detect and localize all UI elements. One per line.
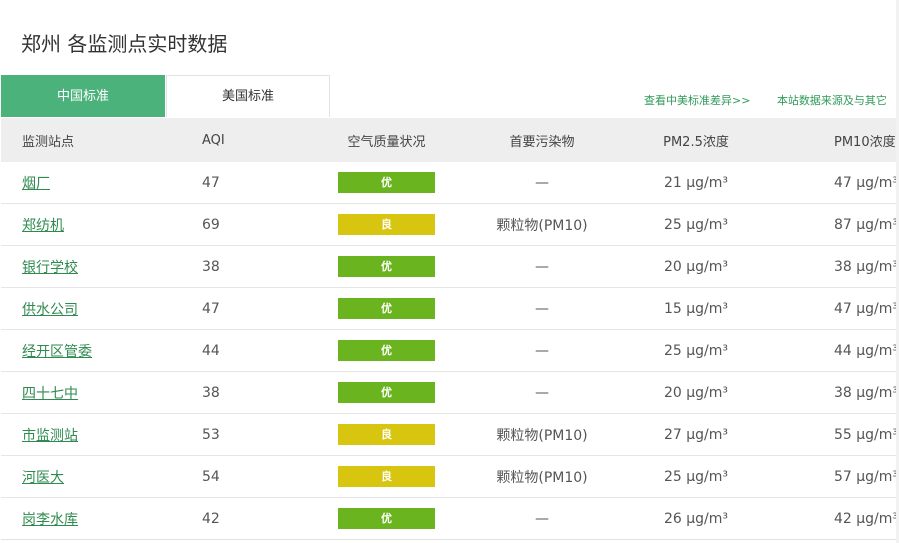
quality-badge: 优 [338, 172, 435, 193]
station-cell: 市监测站 [22, 414, 78, 455]
aqi-value: 69 [202, 216, 220, 233]
station-link[interactable]: 市监测站 [22, 425, 78, 445]
quality-cell: 优 [338, 246, 435, 287]
quality-badge: 良 [338, 466, 435, 487]
pm25-value: 20 μg/m³ [663, 384, 729, 401]
page-title: 郑州 各监测点实时数据 [21, 32, 228, 56]
quality-cell: 优 [338, 372, 435, 413]
header-pm25: PM2.5浓度 [663, 134, 729, 150]
table-row: 河医大 54 良 颗粒物(PM10) 25 μg/m³ 57 μg/m³ [1, 455, 899, 497]
table-row: 岗李水库 42 优 — 26 μg/m³ 42 μg/m³ [1, 497, 899, 539]
tab-china-standard[interactable]: 中国标准 [1, 75, 165, 117]
aqi-value: 38 [202, 258, 220, 275]
standard-tabs: 中国标准 美国标准 [1, 75, 330, 117]
pm10-value: 44 μg/m³ [834, 342, 899, 359]
table-row: 经开区管委 44 优 — 25 μg/m³ 44 μg/m³ [1, 329, 899, 371]
pollutant-value: — [535, 174, 549, 191]
pm25-value: 15 μg/m³ [663, 300, 729, 317]
station-link[interactable]: 岗李水库 [22, 509, 78, 529]
quality-cell: 优 [338, 288, 435, 329]
page: 郑州 各监测点实时数据 中国标准 美国标准 查看中美标准差异>> 本站数据来源及… [0, 0, 899, 543]
table-row: 银行学校 38 优 — 20 μg/m³ 38 μg/m³ [1, 245, 899, 287]
table-header: 监测站点 AQI 空气质量状况 首要污染物 PM2.5浓度 PM10浓度 [1, 118, 899, 162]
table-row: 烟厂 47 优 — 21 μg/m³ 47 μg/m³ [1, 162, 899, 203]
header-station: 监测站点 [22, 134, 75, 150]
station-link[interactable]: 河医大 [22, 467, 64, 487]
quality-badge: 优 [338, 340, 435, 361]
aqi-value: 47 [202, 174, 220, 191]
header-pollutant: 首要污染物 [509, 134, 575, 150]
header-quality: 空气质量状况 [347, 134, 426, 150]
quality-cell: 优 [338, 162, 435, 203]
table-row: 供水公司 47 优 — 15 μg/m³ 47 μg/m³ [1, 287, 899, 329]
table-row: 郑纺机 69 良 颗粒物(PM10) 25 μg/m³ 87 μg/m³ [1, 203, 899, 245]
pm25-value: 27 μg/m³ [663, 426, 729, 443]
station-cell: 烟厂 [22, 162, 50, 203]
quality-badge: 优 [338, 382, 435, 403]
pm10-value: 57 μg/m³ [834, 468, 899, 485]
quality-cell: 优 [338, 330, 435, 371]
pm10-value: 47 μg/m³ [834, 174, 899, 191]
pm10-value: 42 μg/m³ [834, 510, 899, 527]
table-body: 烟厂 47 优 —21 μg/m³ 47 μg/m³ 郑纺机 69 良颗粒物(PM10) 25 … [1, 162, 899, 539]
station-link[interactable]: 烟厂 [22, 173, 50, 193]
station-cell: 岗李水库 [22, 498, 78, 539]
station-link[interactable]: 供水公司 [22, 299, 78, 319]
aqi-value: 44 [202, 342, 220, 359]
quality-badge: 优 [338, 256, 435, 277]
station-cell: 经开区管委 [22, 330, 92, 371]
station-link[interactable]: 银行学校 [22, 257, 78, 277]
quality-cell: 良 [338, 414, 435, 455]
pollutant-value: — [535, 342, 549, 359]
station-cell: 供水公司 [22, 288, 78, 329]
pollutant-value: — [535, 384, 549, 401]
quality-cell: 优 [338, 498, 435, 539]
aqi-value: 54 [202, 468, 220, 485]
station-cell: 河医大 [22, 456, 64, 497]
table-row: 市监测站 53 良 颗粒物(PM10) 27 μg/m³ 55 μg/m³ [1, 413, 899, 455]
station-table: 监测站点 AQI 空气质量状况 首要污染物 PM2.5浓度 PM10浓度 烟厂 4… [1, 118, 899, 540]
station-link[interactable]: 郑纺机 [22, 215, 64, 235]
pm25-value: 21 μg/m³ [663, 174, 729, 191]
header-links: 查看中美标准差异>> 本站数据来源及与其它 [644, 92, 887, 108]
data-source-link[interactable]: 本站数据来源及与其它 [777, 92, 887, 108]
pm10-value: 47 μg/m³ [834, 300, 899, 317]
pollutant-value: 颗粒物(PM10) [496, 217, 588, 234]
pollutant-value: 颗粒物(PM10) [496, 469, 588, 486]
aqi-value: 42 [202, 510, 220, 527]
aqi-value: 38 [202, 384, 220, 401]
station-link[interactable]: 四十七中 [22, 383, 78, 403]
table-row: 四十七中 38 优 — 20 μg/m³ 38 μg/m³ [1, 371, 899, 413]
quality-badge: 良 [338, 424, 435, 445]
pollutant-value: — [535, 258, 549, 275]
quality-cell: 良 [338, 204, 435, 245]
pollutant-value: — [535, 300, 549, 317]
pollutant-value: 颗粒物(PM10) [496, 427, 588, 444]
pm10-value: 38 μg/m³ [834, 258, 899, 275]
pm25-value: 25 μg/m³ [663, 216, 729, 233]
quality-cell: 良 [338, 456, 435, 497]
station-cell: 银行学校 [22, 246, 78, 287]
quality-badge: 优 [338, 298, 435, 319]
header-pm10: PM10浓度 [834, 134, 896, 150]
quality-badge: 良 [338, 214, 435, 235]
pm25-value: 26 μg/m³ [663, 510, 729, 527]
aqi-value: 47 [202, 300, 220, 317]
header-aqi: AQI [202, 132, 225, 148]
pm25-value: 20 μg/m³ [663, 258, 729, 275]
station-link[interactable]: 经开区管委 [22, 341, 92, 361]
pm25-value: 25 μg/m³ [663, 468, 729, 485]
compare-standards-link[interactable]: 查看中美标准差异>> [644, 92, 750, 108]
pm10-value: 38 μg/m³ [834, 384, 899, 401]
aqi-value: 53 [202, 426, 220, 443]
pollutant-value: — [535, 510, 549, 527]
station-cell: 郑纺机 [22, 204, 64, 245]
pm10-value: 55 μg/m³ [834, 426, 899, 443]
tab-us-standard[interactable]: 美国标准 [166, 75, 330, 117]
quality-badge: 优 [338, 508, 435, 529]
pm10-value: 87 μg/m³ [834, 216, 899, 233]
pm25-value: 25 μg/m³ [663, 342, 729, 359]
station-cell: 四十七中 [22, 372, 78, 413]
